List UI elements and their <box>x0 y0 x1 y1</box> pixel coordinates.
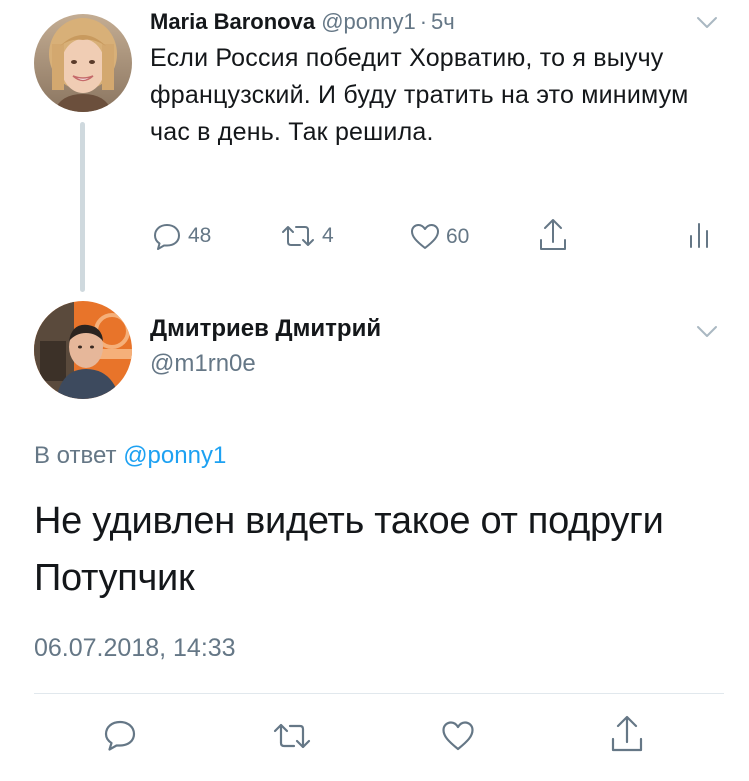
main-chevron-down-icon[interactable] <box>696 325 718 344</box>
parent-retweet-button[interactable]: 4 <box>280 224 334 248</box>
main-display-name[interactable]: Дмитриев Дмитрий <box>150 315 381 343</box>
heart-icon <box>411 224 439 249</box>
parent-tweet-header: Maria Baronova @ponny1 · 5ч <box>150 9 455 35</box>
retweet-icon <box>273 723 311 749</box>
divider <box>34 693 724 694</box>
parent-reply-count: 48 <box>188 224 212 247</box>
share-icon <box>611 715 643 752</box>
parent-retweet-count: 4 <box>322 224 334 247</box>
main-like-button[interactable] <box>441 720 475 756</box>
reply-icon <box>154 224 180 250</box>
header-separator: · <box>419 9 428 34</box>
thread-line <box>80 122 85 292</box>
reply-to-handle-link[interactable]: @ponny1 <box>123 442 226 469</box>
avatar-dmitriev-dmitriy[interactable] <box>34 301 132 399</box>
parent-chevron-down-icon[interactable] <box>696 16 718 35</box>
avatar-maria-baronova[interactable] <box>34 14 132 112</box>
parent-tweet-text: Если Россия победит Хорватию, то я выучу… <box>150 44 689 146</box>
share-icon <box>540 219 566 250</box>
analytics-icon <box>690 223 708 248</box>
main-share-button[interactable] <box>610 715 644 758</box>
parent-analytics-button[interactable] <box>688 222 710 248</box>
reply-icon <box>104 720 136 751</box>
parent-like-count: 60 <box>446 224 470 248</box>
parent-reply-button[interactable]: 48 <box>152 222 211 250</box>
parent-handle[interactable]: @ponny1 <box>321 9 416 34</box>
avatar-image <box>34 301 132 399</box>
parent-time-ago[interactable]: 5ч <box>431 9 455 34</box>
parent-share-button[interactable] <box>538 218 568 252</box>
tweet-timestamp[interactable]: 06.07.2018, 14:33 <box>34 634 236 663</box>
main-retweet-button[interactable] <box>272 722 312 755</box>
reply-prefix: В ответ <box>34 442 117 469</box>
main-reply-button[interactable] <box>103 719 137 756</box>
heart-icon <box>442 721 474 751</box>
parent-like-button[interactable]: 60 <box>410 223 469 250</box>
retweet-icon <box>282 226 314 246</box>
avatar-image <box>34 14 132 112</box>
reply-context: В ответ @ponny1 <box>34 442 226 470</box>
main-handle[interactable]: @m1rn0e <box>150 350 256 378</box>
main-tweet-text: Не удивлен видеть такое от подруги Потуп… <box>34 500 664 599</box>
parent-display-name[interactable]: Maria Baronova <box>150 9 315 34</box>
